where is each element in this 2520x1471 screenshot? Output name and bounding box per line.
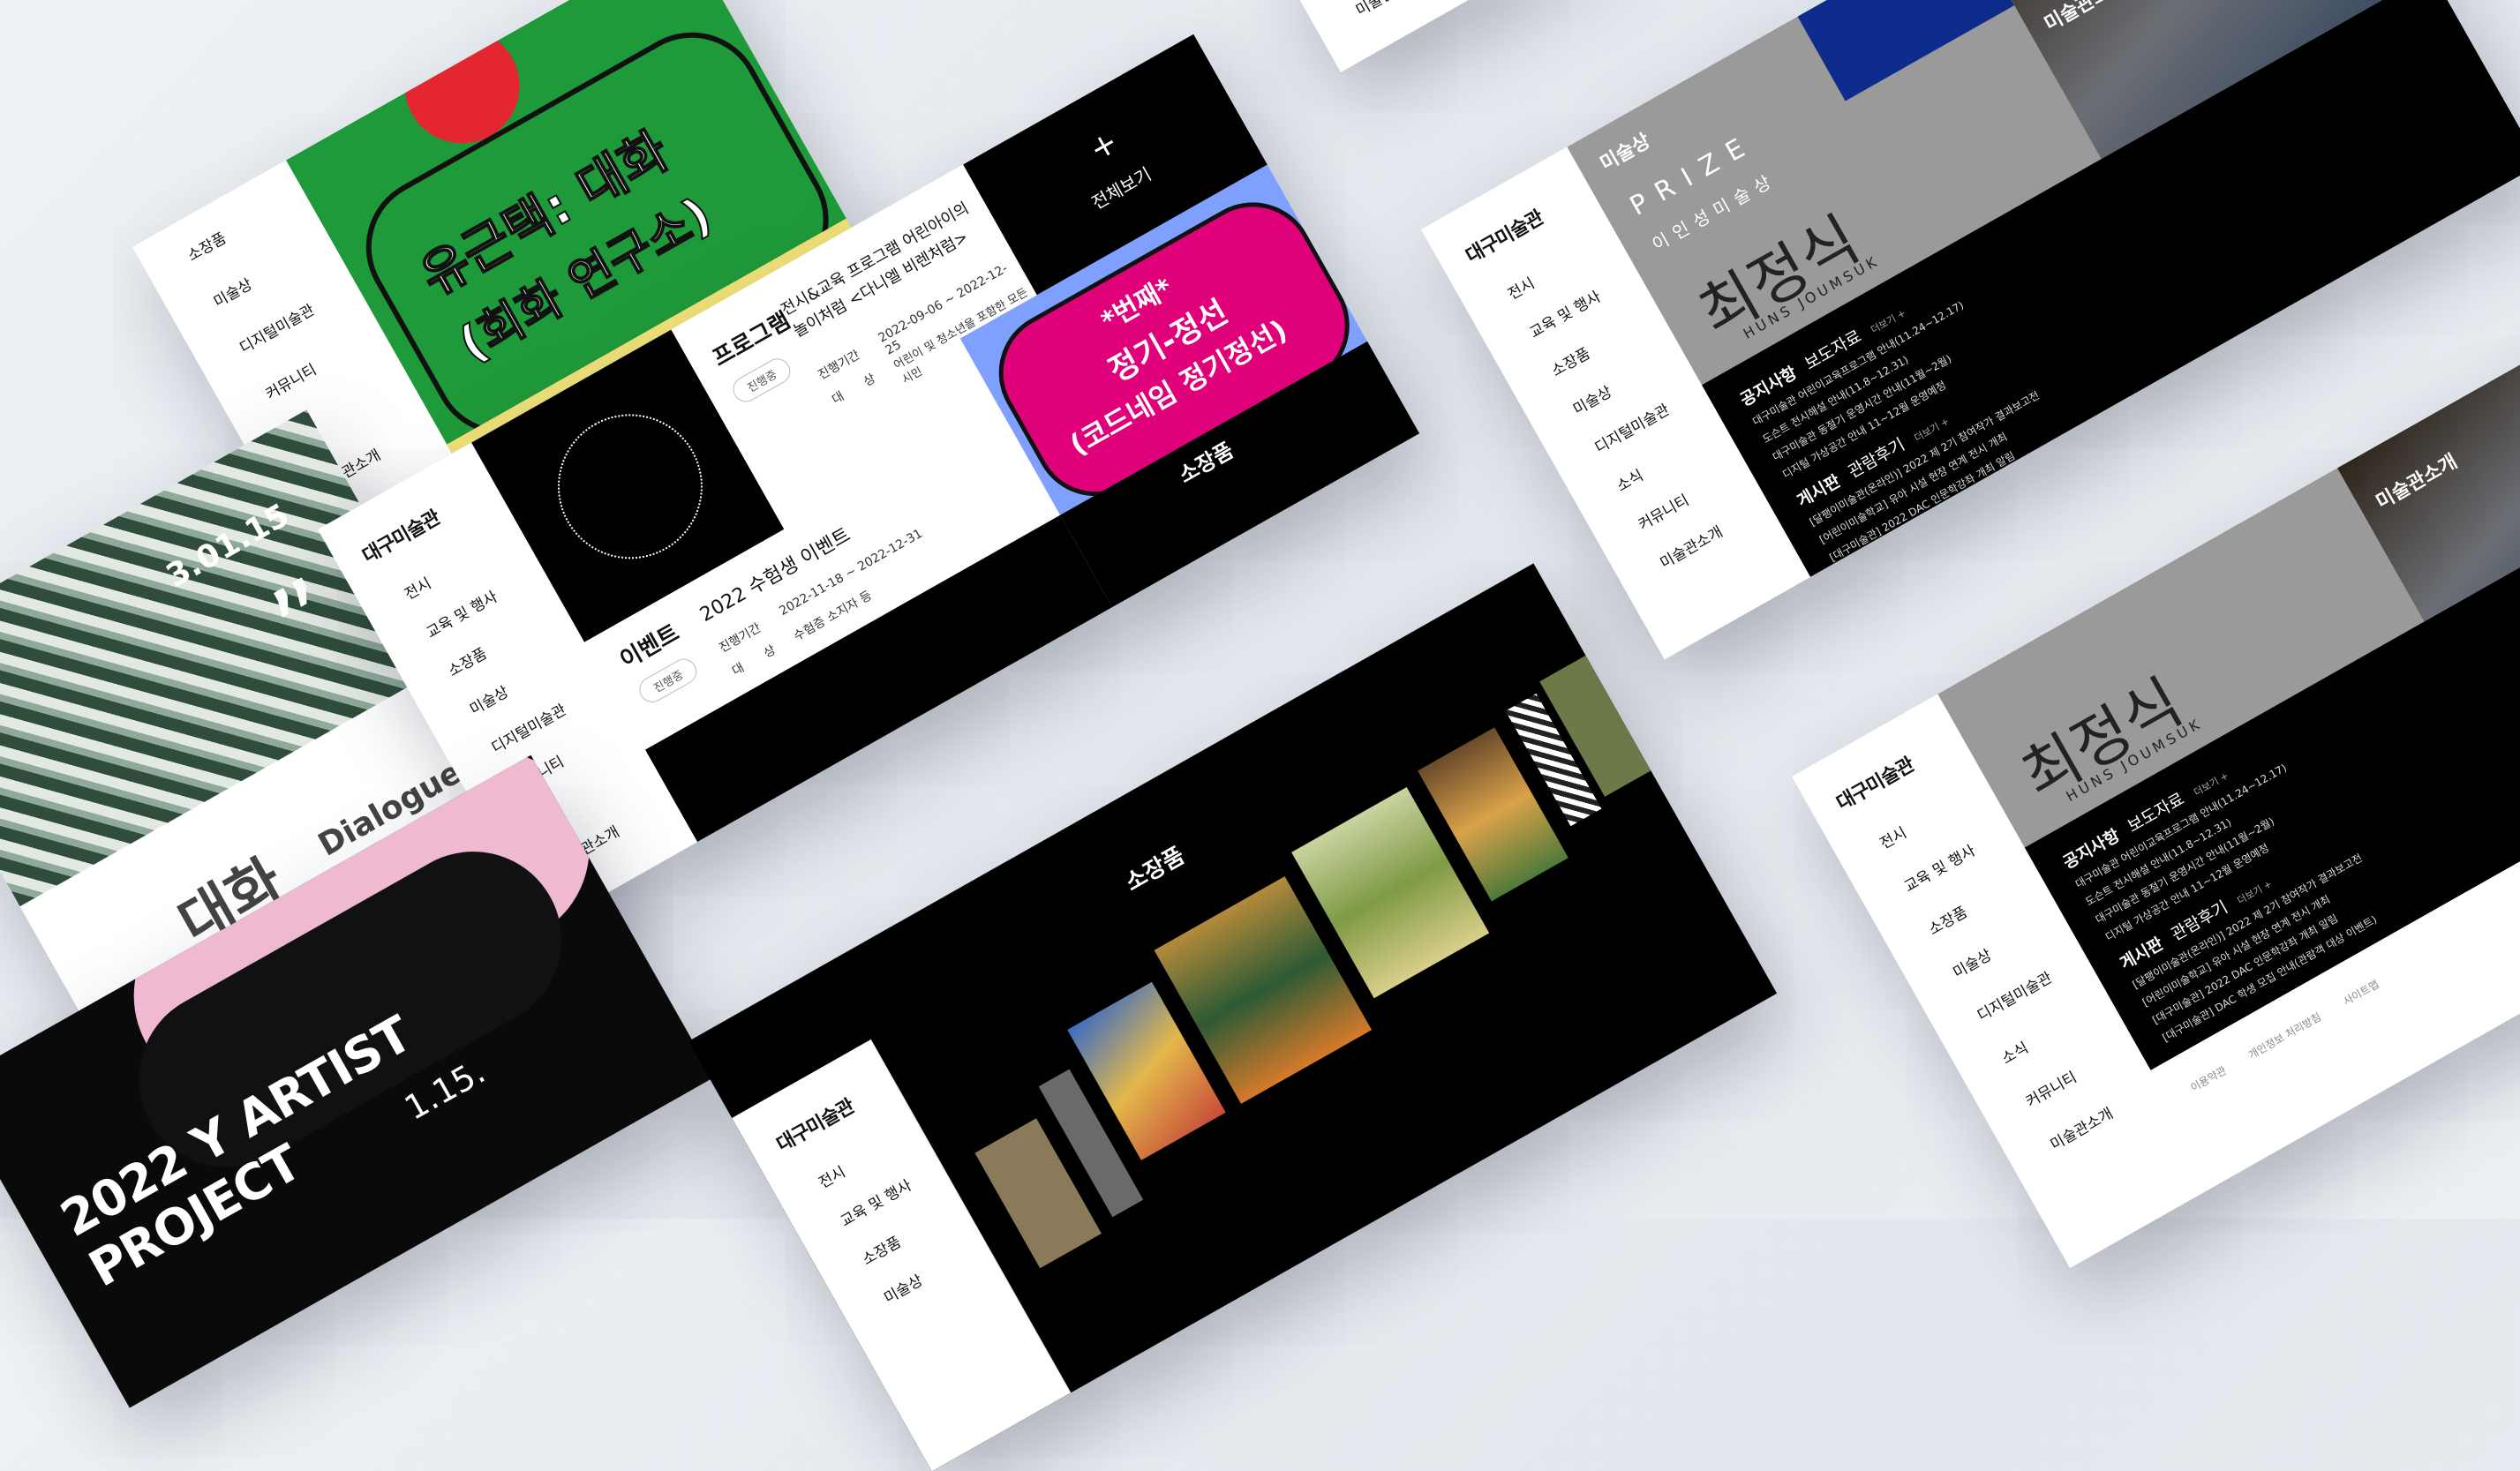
footer-privacy-link[interactable]: 개인정보 처리방침 <box>2246 1010 2323 1062</box>
circle-logo-ring <box>531 387 729 586</box>
gallery-title: 소장품 <box>1121 842 1190 897</box>
mockup-scene: 소장품 미술상 디지털미술관 커뮤니티 소식 미술관소개 유근택: 대화 (회화… <box>0 0 2520 1471</box>
nav-item-about[interactable]: 미술관소개 <box>1280 0 1478 56</box>
museum-intro-label: 미술관소개 <box>2041 0 2130 36</box>
plus-icon: + <box>1083 124 1125 169</box>
sidebar-nav: 미술관소개 <box>1280 0 1488 72</box>
footer-sitemap-link[interactable]: 사이트맵 <box>2341 978 2381 1008</box>
footer-terms-link[interactable]: 이용약관 <box>2189 1064 2229 1094</box>
view-all-label: 전체보기 <box>1087 162 1155 214</box>
award-navy-block <box>1784 0 2015 101</box>
sidebar-nav: 대구미술관 전시 교육 및 행사 소장품 미술상 <box>732 1039 1072 1471</box>
award-label: 미술상 <box>1597 130 1655 176</box>
museum-intro-label: 미술관소개 <box>2373 450 2462 514</box>
